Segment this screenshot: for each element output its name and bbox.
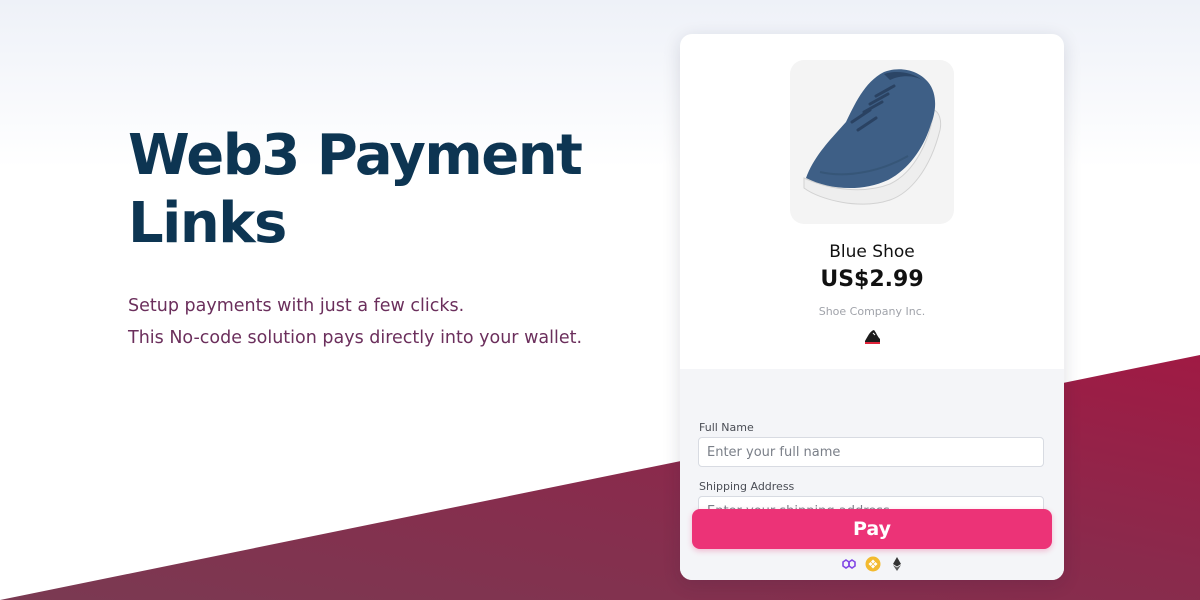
product-price: US$2.99: [820, 267, 924, 292]
payment-card: Blue Shoe US$2.99 Shoe Company Inc. Full…: [680, 34, 1064, 580]
hero-title: Web3 Payment Links: [128, 123, 583, 256]
product-image: [790, 60, 954, 224]
product-name: Blue Shoe: [829, 242, 915, 262]
blue-sneaker-image: [803, 69, 942, 205]
accepted-currencies: [841, 556, 905, 572]
ethereum-icon: [889, 556, 905, 572]
shipping-address-label: Shipping Address: [699, 480, 795, 493]
hero-subtitle-line: Setup payments with just a few clicks.: [128, 296, 465, 316]
polygon-icon: [841, 556, 857, 572]
full-name-input[interactable]: [698, 437, 1044, 467]
hero-subtitle: Setup payments with just a few clicks. T…: [128, 290, 648, 354]
binance-icon: [865, 556, 881, 572]
full-name-label: Full Name: [699, 421, 754, 434]
hero-section: Web3 Payment Links Setup payments with j…: [128, 122, 648, 354]
hero-subtitle-line: This No-code solution pays directly into…: [128, 328, 583, 348]
seller-name: Shoe Company Inc.: [818, 305, 926, 318]
checkout-form: Full Name Shipping Address Pay: [680, 369, 1064, 580]
pay-button[interactable]: Pay: [692, 509, 1052, 549]
sneaker-logo-icon: [862, 327, 882, 347]
